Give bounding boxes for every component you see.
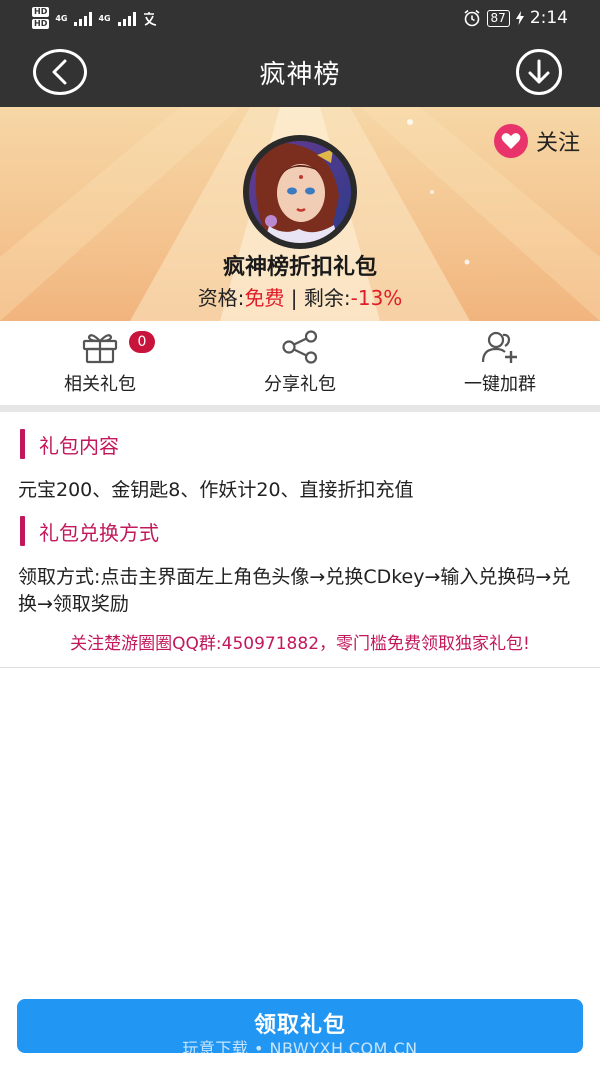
related-gifts-button[interactable]: 0 相关礼包 xyxy=(0,321,200,405)
add-group-icon xyxy=(481,331,517,363)
join-group-label: 一键加群 xyxy=(464,374,536,395)
section-redeem-method-header: 礼包兑换方式 xyxy=(20,516,159,546)
share-icon xyxy=(282,330,318,364)
status-bar: HD HD 4G 4G 87 2:14 xyxy=(0,0,600,38)
status-right: 87 2:14 xyxy=(463,8,568,28)
remain-label: 剩余: xyxy=(303,286,351,310)
download-button[interactable] xyxy=(516,49,562,95)
section-gift-content-header: 礼包内容 xyxy=(20,429,119,459)
qualify-label: 资格: xyxy=(197,286,245,310)
section-divider xyxy=(0,405,600,412)
signal-icon-2 xyxy=(117,12,136,26)
signal-icon xyxy=(74,12,93,26)
watermark: 玩意下载 • NBWYXH.COM.CN xyxy=(182,1039,418,1058)
related-gifts-label: 相关礼包 xyxy=(64,374,136,395)
qualify-value: 免费 xyxy=(244,286,285,310)
battery-level: 87 xyxy=(486,9,510,27)
section-accent-bar xyxy=(20,516,25,546)
qq-group-promo: 关注楚游圈圈QQ群:450971882，零门槛免费领取独家礼包! xyxy=(70,634,530,654)
charging-icon xyxy=(515,11,524,25)
redeem-method-text: 领取方式:点击主界面左上角色头像→兑换CDkey→输入兑换码→兑换→领取奖励 xyxy=(18,566,571,615)
remain-value: -13% xyxy=(350,286,403,310)
status-left: HD HD 4G 4G xyxy=(32,7,160,31)
network-type-2: 4G xyxy=(98,14,111,23)
section-accent-bar xyxy=(20,429,25,459)
title-row: 疯神榜 xyxy=(0,38,600,107)
action-row: 0 相关礼包 分享礼包 一键加群 xyxy=(0,321,600,405)
top-bar: HD HD 4G 4G 87 2:14 疯神榜 xyxy=(0,0,600,107)
nfc-icon xyxy=(143,12,156,26)
hd-indicator: HD HD xyxy=(32,7,50,31)
content-divider xyxy=(0,667,600,668)
network-type-1: 4G xyxy=(55,14,68,23)
hd-label-1: HD xyxy=(32,7,50,17)
gift-name: 疯神榜折扣礼包 xyxy=(222,255,377,280)
hd-label-2: HD xyxy=(32,19,50,29)
gift-meta: 资格:免费 | 剩余:-13% xyxy=(0,282,600,311)
clock: 2:14 xyxy=(529,8,568,28)
share-gift-button[interactable]: 分享礼包 xyxy=(200,321,400,405)
section-redeem-method-title: 礼包兑换方式 xyxy=(39,520,159,545)
gift-icon xyxy=(82,334,118,364)
join-group-button[interactable]: 一键加群 xyxy=(400,321,600,405)
heart-icon xyxy=(493,124,528,158)
meta-separator: | xyxy=(284,286,304,310)
download-icon xyxy=(528,59,550,84)
alarm-icon xyxy=(464,9,480,27)
section-gift-content-title: 礼包内容 xyxy=(39,433,119,458)
follow-button[interactable]: 关注 xyxy=(493,124,580,158)
gift-banner: 关注 疯神榜折扣礼包 资格:免费 | 剩余:-13% xyxy=(0,107,600,321)
game-avatar xyxy=(243,135,357,249)
game-character-image xyxy=(249,141,351,243)
related-gifts-count-badge: 0 xyxy=(129,331,155,353)
follow-label: 关注 xyxy=(535,131,580,156)
share-gift-label: 分享礼包 xyxy=(264,374,336,395)
page-title: 疯神榜 xyxy=(259,60,341,90)
gift-content-text: 元宝200、金钥匙8、作妖计20、直接折扣充值 xyxy=(18,479,414,501)
